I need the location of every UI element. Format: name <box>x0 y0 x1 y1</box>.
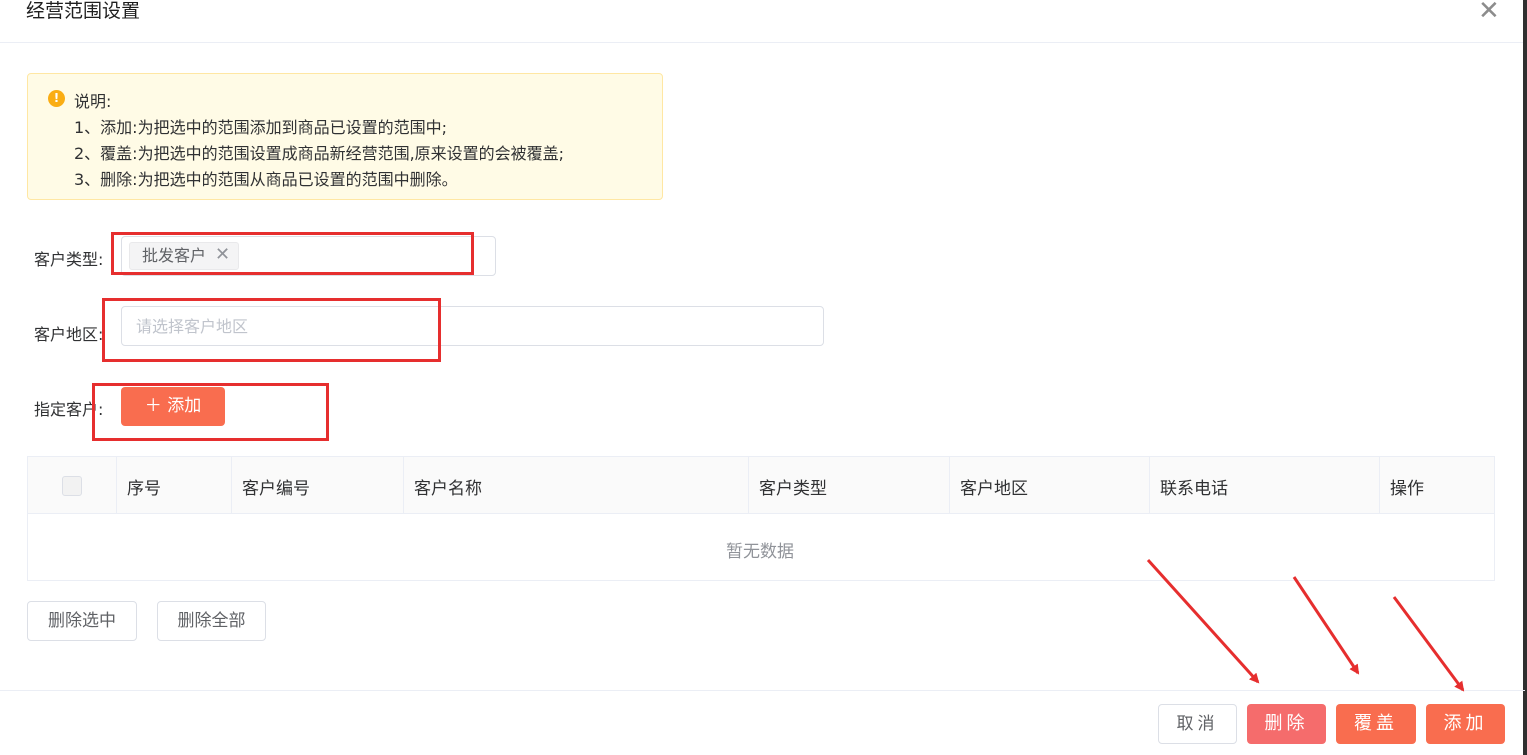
arrow-to-add <box>1392 596 1465 692</box>
arrow-to-delete <box>1146 558 1260 684</box>
arrow-to-cover <box>1292 576 1360 675</box>
annotation-arrows <box>1146 558 1465 692</box>
